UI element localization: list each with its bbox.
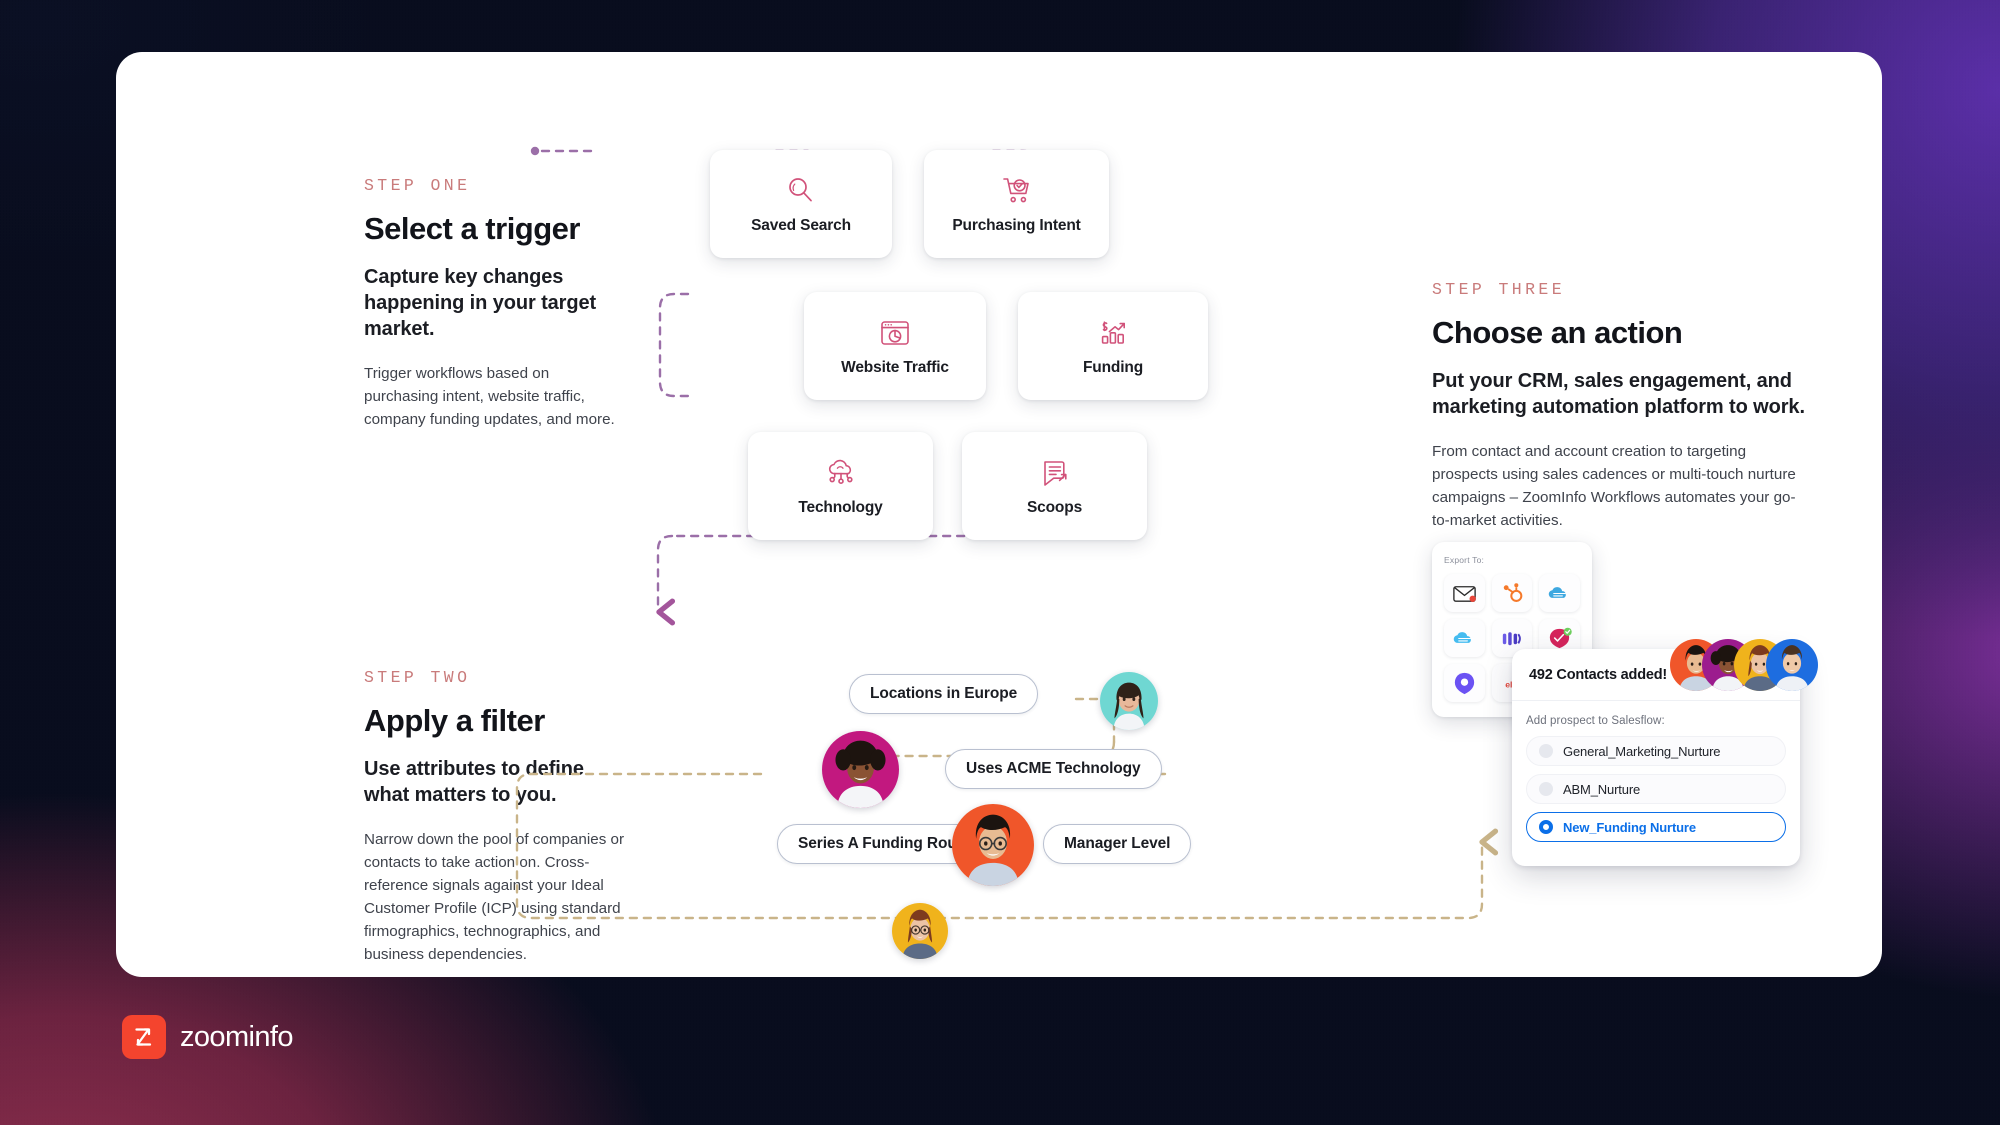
email-icon[interactable]: [1444, 574, 1485, 612]
avatar-orange: [952, 804, 1034, 886]
radio-icon[interactable]: [1539, 744, 1553, 758]
trigger-card-purchasing-intent[interactable]: Purchasing Intent: [924, 150, 1109, 258]
step-three-kicker: STEP THREE: [1432, 280, 1566, 299]
radio-icon[interactable]: [1539, 782, 1553, 796]
step-two-column: STEP TWO Apply a filter Use attributes t…: [364, 668, 626, 967]
filter-label: Manager Level: [1064, 835, 1171, 852]
slide-background: STEP ONE Select a trigger Capture key ch…: [0, 0, 2000, 1125]
trigger-label: Purchasing Intent: [952, 216, 1081, 234]
option-label: ABM_Nurture: [1563, 781, 1641, 797]
contacts-headline: 492 Contacts added!: [1529, 666, 1668, 683]
salesforce-icon[interactable]: [1539, 574, 1580, 612]
step-three-column: STEP THREE Choose an action Put your CRM…: [1432, 280, 1810, 532]
step-two-body: Narrow down the pool of companies or con…: [364, 831, 625, 964]
filter-pill-locations[interactable]: Locations in Europe: [849, 674, 1039, 714]
step-two-subtitle: Use attributes to define what matters to…: [364, 758, 584, 806]
hubspot-icon[interactable]: [1491, 574, 1533, 612]
step-three-body: From contact and account creation to tar…: [1432, 443, 1796, 530]
avatar-magenta: [822, 731, 899, 808]
zoominfo-z-mark-icon: [122, 1015, 166, 1059]
wire-start-dot: [530, 146, 540, 156]
trigger-card-scoops[interactable]: Scoops: [962, 432, 1147, 540]
trigger-label: Funding: [1082, 358, 1144, 376]
trigger-card-technology[interactable]: Technology: [748, 432, 933, 540]
trigger-label: Scoops: [1026, 498, 1083, 516]
main-content-card: STEP ONE Select a trigger Capture key ch…: [116, 52, 1882, 977]
step-three-title: Choose an action: [1432, 315, 1683, 350]
trigger-card-funding[interactable]: Funding: [1018, 292, 1208, 400]
avatar-yellow: [892, 903, 948, 959]
salesflow-option-new-funding[interactable]: New_Funding Nurture: [1526, 812, 1786, 842]
trigger-label: Website Traffic: [841, 358, 949, 376]
option-label: New_Funding Nurture: [1563, 819, 1696, 835]
zoominfo-wordmark: zoominfo: [180, 1020, 293, 1053]
avatar-teal: [1100, 672, 1158, 730]
speech-bubble-arrow-icon: [1038, 456, 1072, 490]
filter-label: Locations in Europe: [870, 685, 1018, 702]
contacts-added-card[interactable]: 492 Contacts added! Add prospect to Sale…: [1512, 639, 1818, 866]
filter-label: Uses ACME Technology: [966, 760, 1141, 777]
step-one-subtitle: Capture key changes happening in your ta…: [364, 266, 597, 340]
salesflow-option-abm[interactable]: ABM_Nurture: [1526, 774, 1786, 804]
salesloft-icon[interactable]: [1444, 664, 1485, 702]
contacts-card-header: 492 Contacts added!: [1512, 639, 1818, 701]
shopping-cart-check-icon: [1000, 174, 1034, 208]
browser-pie-chart-icon: [878, 316, 912, 350]
step-two-title: Apply a filter: [364, 703, 545, 738]
dollar-bar-growth-icon: [1096, 316, 1130, 350]
step-two-kicker: STEP TWO: [364, 668, 471, 687]
cloud-nodes-icon: [824, 456, 858, 490]
step-one-column: STEP ONE Select a trigger Capture key ch…: [364, 176, 624, 431]
step-three-subtitle: Put your CRM, sales engagement, and mark…: [1432, 370, 1805, 418]
contacts-card-body: Add prospect to Salesflow: General_Marke…: [1512, 701, 1800, 862]
step-one-kicker: STEP ONE: [364, 176, 471, 195]
salesflow-label: Add prospect to Salesflow:: [1526, 715, 1665, 727]
step-one-title: Select a trigger: [364, 211, 580, 246]
radio-icon-selected[interactable]: [1539, 820, 1553, 834]
trigger-label: Saved Search: [751, 216, 851, 234]
step-one-body: Trigger workflows based on purchasing in…: [364, 365, 615, 429]
export-panel-title: Export To:: [1444, 555, 1485, 565]
trigger-card-saved-search[interactable]: Saved Search: [710, 150, 892, 258]
salesforce-cloud-icon[interactable]: [1444, 619, 1485, 657]
magnifier-icon: [784, 174, 818, 208]
filter-pill-technology[interactable]: Uses ACME Technology: [945, 749, 1162, 789]
trigger-label: Technology: [798, 498, 883, 516]
filter-label: Series A Funding Round: [798, 835, 976, 852]
zoominfo-logo: zoominfo: [122, 1015, 293, 1059]
filter-pill-manager-level[interactable]: Manager Level: [1043, 824, 1192, 864]
avatar-stack: [1670, 639, 1818, 691]
stack-avatar-blue: [1766, 639, 1818, 691]
trigger-card-website-traffic[interactable]: Website Traffic: [804, 292, 986, 400]
salesflow-option-general-marketing[interactable]: General_Marketing_Nurture: [1526, 736, 1786, 766]
option-label: General_Marketing_Nurture: [1563, 743, 1721, 759]
